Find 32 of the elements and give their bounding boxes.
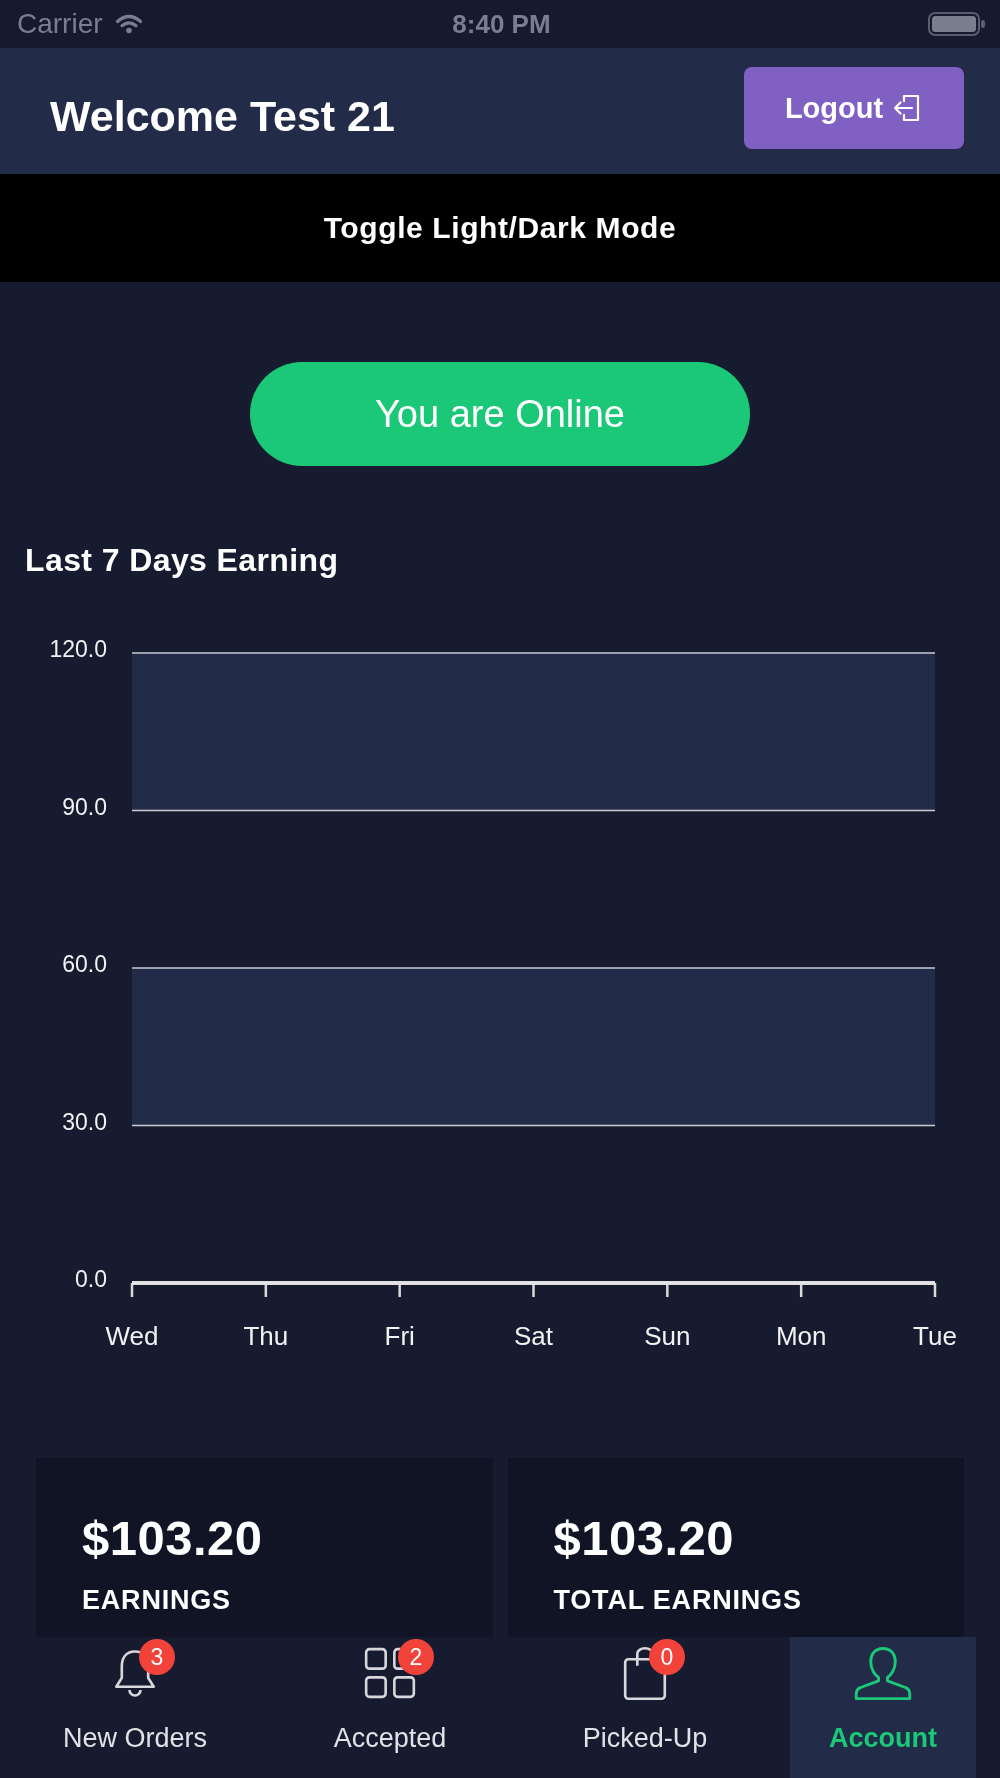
tab-item[interactable]: 3 New Orders [10, 1637, 260, 1778]
clock-time: 8:40 PM [452, 8, 551, 40]
x-tick-label: Wed [105, 1321, 159, 1351]
chart-title: Last 7 Days Earning [25, 542, 339, 578]
battery-icon [928, 12, 986, 36]
logout-button[interactable]: Logout [744, 67, 964, 149]
tab-item[interactable]: 0 Picked-Up [520, 1637, 770, 1778]
theme-toggle-button[interactable]: Toggle Light/Dark Mode [0, 174, 1000, 282]
stat-label: EARNINGS [82, 1584, 232, 1616]
x-tick-label: Thu [243, 1321, 289, 1351]
carrier-label: Carrier [17, 8, 103, 40]
y-tick-label: 30.0 [62, 1108, 107, 1135]
x-tick-label: Tue [913, 1321, 957, 1351]
welcome-title: Welcome Test 21 [50, 91, 395, 141]
y-tick-label: 0.0 [75, 1266, 107, 1292]
count-badge: 0 [649, 1639, 685, 1675]
y-tick-label: 120.0 [49, 636, 107, 662]
amount-value: $103.20 [553, 1512, 736, 1564]
x-tick-label: Sun [644, 1321, 691, 1351]
x-tick-label: Sat [514, 1321, 553, 1351]
x-tick-label: Mon [775, 1321, 827, 1351]
count-badge: 3 [139, 1639, 175, 1675]
tab-item[interactable]: Account [790, 1637, 976, 1778]
tab-item[interactable]: 2 Accepted [260, 1637, 520, 1778]
person-icon [854, 1645, 912, 1701]
y-tick-label: 60.0 [62, 951, 107, 977]
y-tick-label: 90.0 [62, 793, 107, 820]
stat-label: TOTAL EARNINGS [553, 1584, 803, 1616]
count-badge: 2 [398, 1639, 434, 1675]
wifi-icon [114, 14, 143, 34]
x-tick-label: Fri [384, 1321, 415, 1351]
amount-value: $103.20 [82, 1512, 264, 1564]
